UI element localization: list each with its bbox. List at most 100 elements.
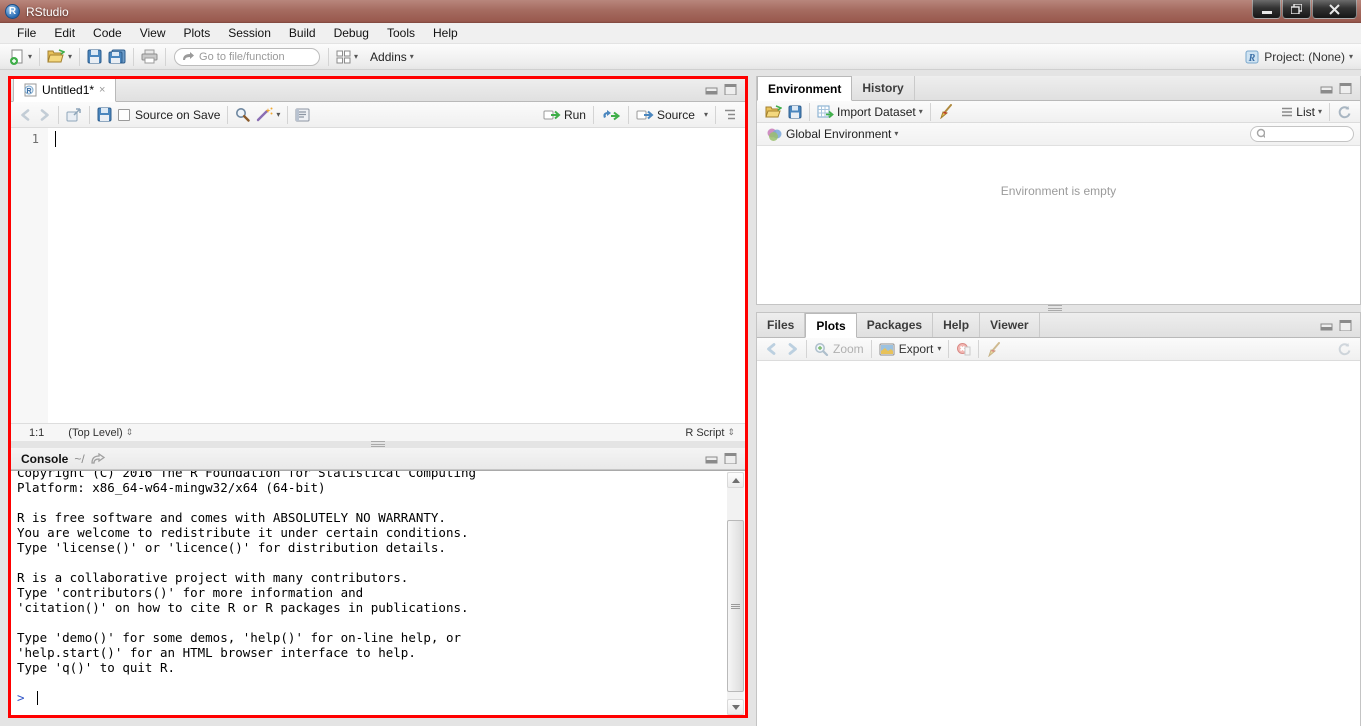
remove-plot-button[interactable] <box>953 340 974 358</box>
minimize-pane-icon[interactable] <box>1320 83 1333 94</box>
tab-files[interactable]: Files <box>757 313 805 337</box>
console-caret <box>37 691 38 705</box>
source-button[interactable]: Source ▾ <box>633 106 711 124</box>
horizontal-splitter-right[interactable] <box>1048 305 1062 311</box>
zoom-plot-button[interactable]: Zoom <box>811 341 867 357</box>
code-tools-button[interactable]: ▾ <box>253 105 283 124</box>
project-chooser[interactable]: R Project: (None) ▾ <box>1244 44 1353 70</box>
save-icon <box>97 107 112 122</box>
menu-plots[interactable]: Plots <box>175 23 220 43</box>
console-scrollbar[interactable] <box>727 472 744 715</box>
file-type-selector[interactable]: R Script ⇕ <box>685 427 735 439</box>
document-outline-button[interactable] <box>720 107 740 122</box>
open-file-button[interactable]: ▾ <box>44 47 75 66</box>
save-icon <box>87 49 102 64</box>
console-line: R is a collaborative project with many c… <box>17 570 717 585</box>
tab-history[interactable]: History <box>852 76 914 100</box>
menu-debug[interactable]: Debug <box>325 23 378 43</box>
clear-environment-button[interactable] <box>935 102 957 121</box>
import-dataset-button[interactable]: Import Dataset ▾ <box>814 103 926 121</box>
menu-view[interactable]: View <box>131 23 175 43</box>
compile-report-button[interactable] <box>292 106 313 124</box>
menu-build[interactable]: Build <box>280 23 325 43</box>
menu-tools[interactable]: Tools <box>378 23 424 43</box>
goto-file-function-box[interactable] <box>174 48 320 66</box>
menu-code[interactable]: Code <box>84 23 131 43</box>
checkbox-icon[interactable] <box>118 109 130 121</box>
close-window-button[interactable] <box>1312 0 1357 19</box>
code-tools-dropdown-caret[interactable]: ▾ <box>276 111 280 119</box>
minimize-window-button[interactable] <box>1252 0 1281 19</box>
print-button[interactable] <box>138 47 161 66</box>
pane-layout-dropdown-caret[interactable]: ▾ <box>354 53 358 61</box>
import-dataset-dropdown-caret: ▾ <box>919 108 923 116</box>
environment-scope-selector[interactable]: Global Environment ▾ <box>763 125 901 144</box>
pane-layout-button[interactable]: ▾ <box>333 48 361 66</box>
tab-help[interactable]: Help <box>933 313 980 337</box>
open-in-new-window-button[interactable] <box>63 106 85 124</box>
minimize-pane-icon[interactable] <box>705 84 718 95</box>
find-replace-button[interactable] <box>232 105 253 124</box>
tab-viewer[interactable]: Viewer <box>980 313 1039 337</box>
goto-file-function-input[interactable] <box>199 51 307 63</box>
refresh-environment-button[interactable] <box>1334 103 1355 121</box>
save-all-icon <box>108 49 126 64</box>
horizontal-splitter-left[interactable] <box>371 441 385 447</box>
tab-environment[interactable]: Environment <box>757 76 852 101</box>
previous-plot-button[interactable] <box>762 341 782 357</box>
restore-icon <box>1291 4 1302 14</box>
source-on-save-checkbox[interactable]: Source on Save <box>115 106 223 124</box>
save-workspace-button[interactable] <box>785 103 805 121</box>
menu-session[interactable]: Session <box>219 23 280 43</box>
minimize-pane-icon[interactable] <box>1320 320 1333 331</box>
scrollbar-thumb[interactable] <box>727 520 744 692</box>
environment-search-box[interactable] <box>1250 126 1354 142</box>
new-file-dropdown-caret[interactable]: ▾ <box>28 53 32 61</box>
menu-file[interactable]: File <box>8 23 45 43</box>
close-tab-icon[interactable]: × <box>99 84 105 96</box>
menu-help[interactable]: Help <box>424 23 467 43</box>
source-pane: R Untitled1* × <box>11 79 745 441</box>
run-button[interactable]: Run <box>540 106 589 124</box>
addins-button[interactable]: Addins ▾ <box>367 48 417 66</box>
source-save-button[interactable] <box>94 105 115 124</box>
tab-plots[interactable]: Plots <box>805 313 856 338</box>
source-tab-untitled1[interactable]: R Untitled1* × <box>13 77 116 102</box>
menu-edit[interactable]: Edit <box>45 23 84 43</box>
maximize-pane-icon[interactable] <box>724 453 737 464</box>
maximize-pane-icon[interactable] <box>1339 83 1352 94</box>
save-button[interactable] <box>84 47 105 66</box>
export-plot-label: Export <box>899 342 934 356</box>
console-input-line[interactable]: > <box>17 690 38 705</box>
save-all-button[interactable] <box>105 47 129 66</box>
maximize-pane-icon[interactable] <box>724 84 737 95</box>
list-view-button[interactable]: List ▾ <box>1278 103 1325 121</box>
restore-window-button[interactable] <box>1282 0 1311 19</box>
load-workspace-button[interactable] <box>762 103 785 121</box>
environment-toolbar: Import Dataset ▾ List ▾ <box>757 101 1360 123</box>
tab-packages[interactable]: Packages <box>857 313 933 337</box>
console-popout-icon[interactable] <box>91 453 106 464</box>
scope-selector[interactable]: (Top Level) ⇕ <box>68 427 133 439</box>
scroll-up-button[interactable] <box>727 472 744 488</box>
clear-all-plots-button[interactable] <box>983 340 1005 359</box>
export-plot-button[interactable]: Export ▾ <box>876 341 945 357</box>
environment-search-input[interactable] <box>1268 128 1348 140</box>
scroll-down-button[interactable] <box>727 699 744 715</box>
source-back-button[interactable] <box>16 107 35 123</box>
line-number: 1 <box>11 128 39 146</box>
source-dropdown-caret[interactable]: ▾ <box>704 111 708 119</box>
maximize-pane-icon[interactable] <box>1339 320 1352 331</box>
refresh-plots-button[interactable] <box>1334 340 1355 358</box>
source-toolbar: Source on Save ▾ Run <box>11 102 745 128</box>
window-title: RStudio <box>26 5 69 19</box>
next-plot-button[interactable] <box>782 341 802 357</box>
rstudio-logo-icon: R <box>5 4 20 19</box>
new-file-button[interactable]: ▾ <box>6 47 35 67</box>
rerun-button[interactable] <box>598 107 624 123</box>
open-file-dropdown-caret[interactable]: ▾ <box>68 53 72 61</box>
code-editor[interactable]: 1 <box>11 128 745 423</box>
source-forward-button[interactable] <box>35 107 54 123</box>
minimize-pane-icon[interactable] <box>705 453 718 464</box>
back-icon <box>765 343 779 355</box>
